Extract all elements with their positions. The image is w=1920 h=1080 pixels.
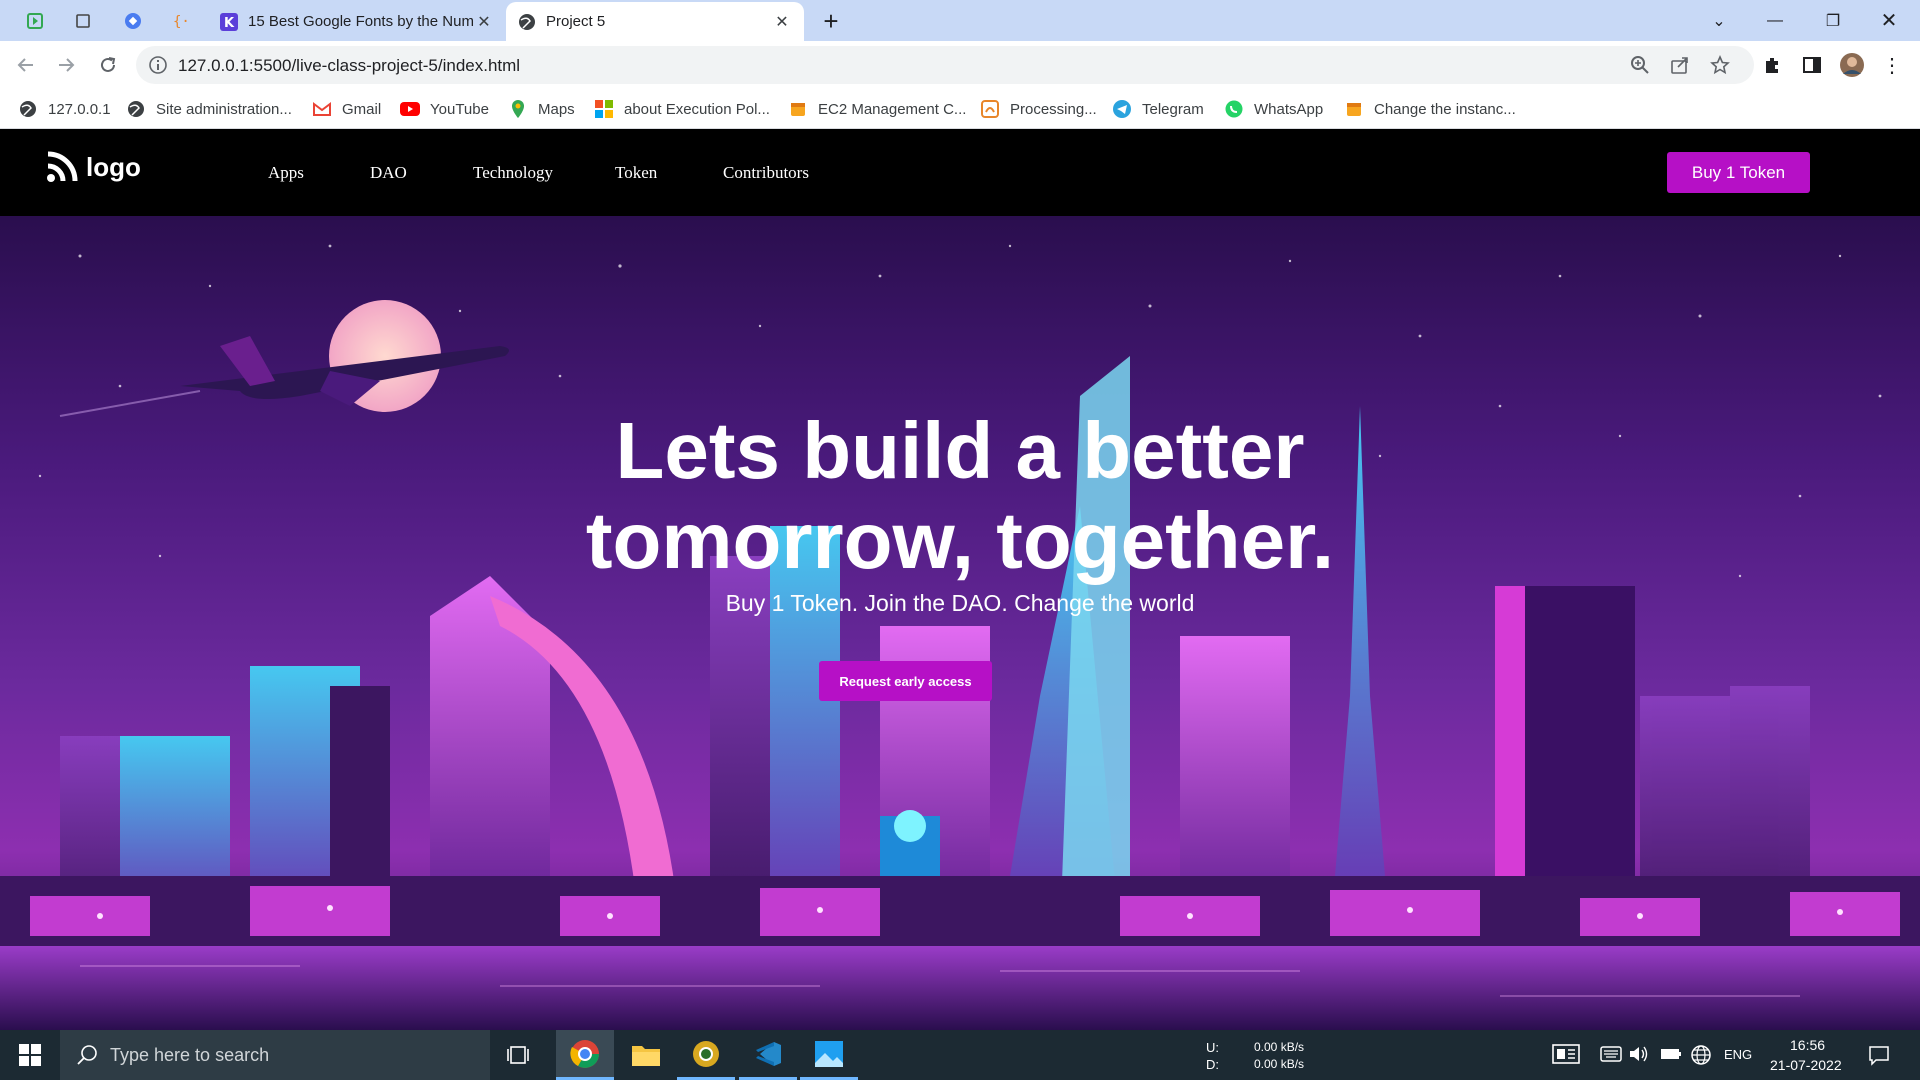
- language-indicator[interactable]: ENG: [1724, 1047, 1752, 1062]
- back-icon[interactable]: [10, 49, 42, 81]
- share-icon[interactable]: [1670, 55, 1690, 80]
- whatsapp-icon: [1224, 99, 1244, 119]
- minimize-icon[interactable]: —: [1752, 0, 1798, 41]
- svg-text:K: K: [224, 16, 235, 31]
- bookmark-item[interactable]: Telegram: [1112, 96, 1204, 122]
- net-down-speed: 0.00 kB/s: [1254, 1057, 1305, 1071]
- news-widget-icon[interactable]: [1552, 1043, 1580, 1068]
- tab-fonts[interactable]: K 15 Best Google Fonts by the Num ✕: [208, 2, 506, 41]
- maps-icon: [508, 99, 528, 119]
- bookmark-item[interactable]: YouTube: [400, 96, 489, 122]
- airplane-illustration: [59, 336, 509, 417]
- bookmark-item[interactable]: WhatsApp: [1224, 96, 1323, 122]
- pinned-tab-square-icon[interactable]: [70, 8, 96, 34]
- browser-toolbar: 127.0.0.1:5500/live-class-project-5/inde…: [0, 41, 1920, 89]
- extensions-icon[interactable]: [1756, 49, 1788, 81]
- bookmark-item[interactable]: Gmail: [312, 96, 381, 122]
- forward-icon[interactable]: [50, 49, 82, 81]
- notification-icon[interactable]: [1868, 1044, 1890, 1069]
- battery-icon[interactable]: [1660, 1047, 1682, 1064]
- restore-icon[interactable]: ❐: [1810, 0, 1856, 41]
- windows-start-icon[interactable]: [0, 1030, 60, 1080]
- microsoft-icon: [594, 99, 614, 119]
- pinned-tab-blue-icon[interactable]: [120, 8, 146, 34]
- hero-title: Lets build a better tomorrow, together.: [585, 406, 1335, 585]
- aws-icon: [788, 99, 808, 119]
- bookmarks-bar: 127.0.0.1 Site administration... Gmail Y…: [0, 89, 1920, 129]
- taskbar-search[interactable]: Type here to search: [60, 1030, 490, 1080]
- close-icon[interactable]: ✕: [474, 12, 494, 32]
- nav-token[interactable]: Token: [615, 163, 657, 183]
- nav-contributors[interactable]: Contributors: [723, 163, 809, 183]
- processing-icon: [980, 99, 1000, 119]
- address-bar[interactable]: 127.0.0.1:5500/live-class-project-5/inde…: [136, 46, 1754, 84]
- youtube-icon: [400, 99, 420, 119]
- bookmark-item[interactable]: Change the instanc...: [1344, 96, 1516, 122]
- gmail-icon: [312, 99, 332, 119]
- net-up-label: U:: [1206, 1040, 1219, 1055]
- profile-avatar[interactable]: [1836, 49, 1868, 81]
- bookmark-item[interactable]: about Execution Pol...: [594, 96, 770, 122]
- logo-text: logo: [86, 151, 141, 182]
- search-placeholder: Type here to search: [110, 1044, 270, 1065]
- tab-title: 15 Best Google Fonts by the Num: [248, 13, 474, 30]
- request-early-access-button[interactable]: Request early access: [819, 661, 992, 701]
- bookmark-item[interactable]: Processing...: [980, 96, 1097, 122]
- pinned-tab-code-icon[interactable]: {·}: [168, 8, 194, 34]
- bookmark-item[interactable]: EC2 Management C...: [788, 96, 966, 122]
- buy-token-button[interactable]: Buy 1 Token: [1667, 152, 1810, 193]
- nav-dao[interactable]: DAO: [370, 163, 407, 183]
- browser-tab-strip: {·} K 15 Best Google Fonts by the Num ✕ …: [0, 0, 1920, 41]
- chrome-taskbar-icon[interactable]: [556, 1030, 614, 1080]
- nav-apps[interactable]: Apps: [268, 163, 304, 183]
- net-down-label: D:: [1206, 1057, 1219, 1072]
- bookmark-item[interactable]: Maps: [508, 96, 575, 122]
- k-letter-icon: K: [220, 12, 238, 31]
- bookmark-star-icon[interactable]: [1710, 54, 1730, 80]
- svg-text:{·}: {·}: [173, 14, 190, 30]
- hero-section: Lets build a better tomorrow, together. …: [0, 216, 1920, 1030]
- new-tab-button[interactable]: +: [818, 6, 844, 36]
- menu-kebab-icon[interactable]: ⋮: [1876, 49, 1908, 81]
- side-panel-icon[interactable]: [1796, 49, 1828, 81]
- volume-icon[interactable]: [1628, 1044, 1650, 1067]
- clock-time[interactable]: 16:56: [1790, 1037, 1825, 1053]
- hero-city-illustration: [0, 244, 1920, 1030]
- hero-subtitle: Buy 1 Token. Join the DAO. Change the wo…: [725, 590, 1195, 616]
- site-logo[interactable]: logo: [46, 151, 141, 183]
- bookmark-item[interactable]: 127.0.0.1: [18, 96, 111, 122]
- zoom-icon[interactable]: [1630, 55, 1650, 80]
- clock-date[interactable]: 21-07-2022: [1770, 1057, 1842, 1073]
- globe-icon: [18, 99, 38, 119]
- bookmark-item[interactable]: Site administration...: [126, 96, 292, 122]
- task-view-icon[interactable]: [490, 1030, 548, 1080]
- search-icon: [76, 1044, 98, 1066]
- photos-icon[interactable]: [800, 1030, 858, 1080]
- pinned-tab-green-icon[interactable]: [22, 8, 48, 34]
- window-close-icon[interactable]: ✕: [1866, 0, 1912, 41]
- net-up-speed: 0.00 kB/s: [1254, 1040, 1305, 1054]
- vscode-icon[interactable]: [739, 1030, 797, 1080]
- tab-project-5[interactable]: Project 5 ✕: [506, 2, 804, 41]
- telegram-icon: [1112, 99, 1132, 119]
- file-explorer-icon[interactable]: [617, 1030, 675, 1080]
- rss-logo-icon: [46, 151, 80, 183]
- chrome-canary-icon[interactable]: [677, 1030, 735, 1080]
- globe-network-icon[interactable]: [1690, 1044, 1712, 1069]
- nav-technology[interactable]: Technology: [473, 163, 553, 183]
- globe-icon: [518, 13, 536, 31]
- url-text: 127.0.0.1:5500/live-class-project-5/inde…: [178, 56, 521, 75]
- site-header: logo Apps DAO Technology Token Contribut…: [0, 129, 1920, 216]
- reload-icon[interactable]: [92, 49, 124, 81]
- keyboard-icon[interactable]: [1600, 1045, 1622, 1066]
- windows-taskbar: Type here to search U: D: 0.00 kB/s 0.00…: [0, 1030, 1920, 1080]
- aws-icon: [1344, 99, 1364, 119]
- site-info-icon[interactable]: [148, 55, 168, 80]
- close-icon[interactable]: ✕: [772, 12, 792, 32]
- tab-title: Project 5: [546, 13, 606, 30]
- tab-search-icon[interactable]: ⌄: [1696, 0, 1742, 41]
- globe-icon: [126, 99, 146, 119]
